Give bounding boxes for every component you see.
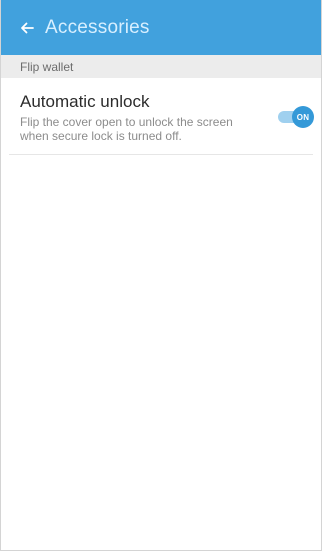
setting-text: Automatic unlock Flip the cover open to …	[20, 92, 260, 143]
accessories-screen: Accessories Flip wallet Automatic unlock…	[0, 0, 322, 551]
arrow-left-icon	[18, 19, 36, 37]
section-header: Flip wallet	[1, 55, 321, 78]
setting-title: Automatic unlock	[20, 92, 150, 111]
app-bar: Accessories	[1, 0, 321, 55]
automatic-unlock-toggle[interactable]: ON	[278, 106, 314, 128]
toggle-knob: ON	[292, 106, 314, 128]
toggle-state-label: ON	[296, 112, 310, 122]
back-button[interactable]	[13, 14, 41, 42]
divider	[9, 154, 313, 155]
setting-description: Flip the cover open to unlock the screen…	[20, 115, 233, 143]
automatic-unlock-setting[interactable]: Automatic unlock Flip the cover open to …	[1, 78, 321, 155]
page-title: Accessories	[45, 16, 150, 38]
section-header-label: Flip wallet	[20, 59, 74, 74]
